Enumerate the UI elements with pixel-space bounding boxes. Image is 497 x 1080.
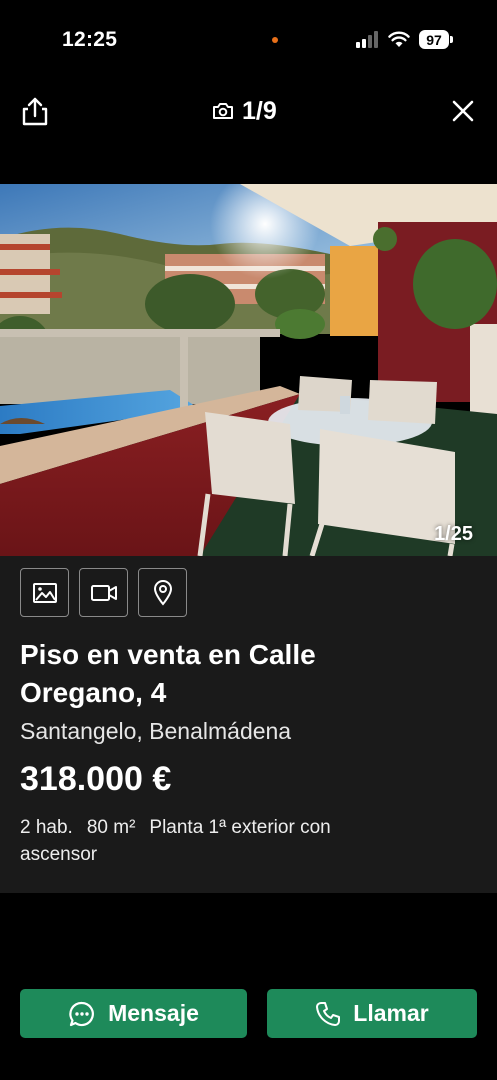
listing-location: Santangelo, Benalmádena bbox=[20, 718, 292, 744]
camera-icon bbox=[213, 103, 233, 119]
photos-button[interactable] bbox=[20, 568, 69, 617]
map-button[interactable] bbox=[138, 568, 187, 617]
gallery-counter-text: 1/9 bbox=[242, 96, 277, 125]
status-time: 12:25 bbox=[62, 28, 118, 51]
video-button[interactable] bbox=[79, 568, 128, 617]
call-button[interactable]: Llamar bbox=[267, 989, 477, 1038]
listing-features: 2 hab. 80 m² Planta 1ª exterior con ascens… bbox=[20, 814, 400, 868]
map-pin-icon bbox=[153, 579, 172, 606]
recording-indicator-dot bbox=[272, 37, 278, 43]
listing-price: 318.000 € bbox=[20, 760, 172, 798]
message-button-label: Mensaje bbox=[108, 1000, 199, 1026]
gallery-counter: 1/9 bbox=[212, 96, 277, 126]
terrace-photo bbox=[0, 184, 497, 556]
feature-rooms: 2 hab. bbox=[20, 817, 73, 838]
feature-area: 80 m² bbox=[86, 817, 136, 838]
video-icon bbox=[90, 584, 117, 601]
listing-photo[interactable]: 1/25 bbox=[0, 184, 497, 556]
message-button[interactable]: Mensaje bbox=[20, 989, 247, 1038]
call-button-label: Llamar bbox=[353, 1000, 429, 1026]
battery-level: 97 bbox=[419, 30, 449, 49]
share-icon[interactable] bbox=[18, 95, 52, 129]
battery-icon: 97 bbox=[419, 30, 453, 49]
photo-icon bbox=[32, 582, 57, 603]
photo-counter-badge: 1/25 bbox=[434, 523, 473, 545]
chat-bubble-icon bbox=[69, 1001, 95, 1026]
media-buttons bbox=[20, 568, 187, 617]
close-icon[interactable] bbox=[448, 96, 478, 126]
listing-details: Piso en venta en Calle Oregano, 4 Santan… bbox=[0, 556, 497, 893]
phone-icon bbox=[316, 1001, 341, 1026]
listing-title: Piso en venta en Calle Oregano, 4 bbox=[20, 639, 316, 708]
wifi-icon bbox=[388, 31, 410, 47]
status-bar: 12:25 97 bbox=[0, 0, 497, 80]
cellular-signal-icon bbox=[356, 31, 380, 48]
